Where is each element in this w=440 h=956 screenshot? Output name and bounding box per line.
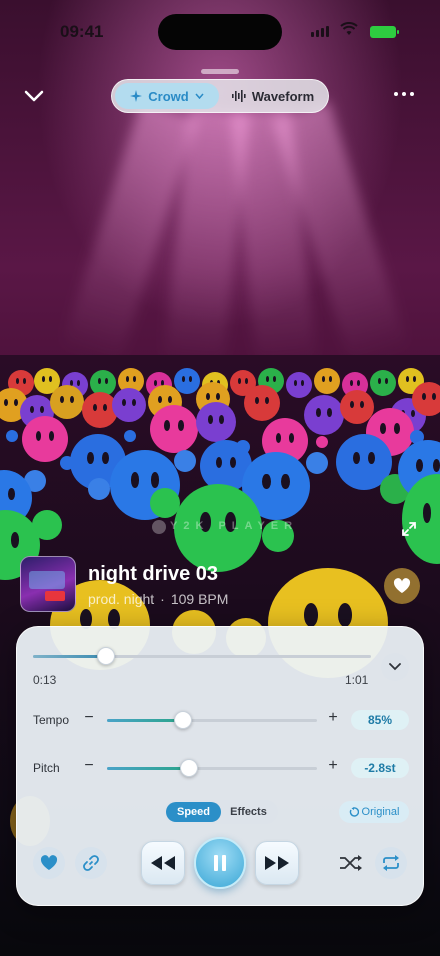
pitch-label: Pitch xyxy=(33,761,60,775)
tempo-slider-fill xyxy=(107,719,183,722)
reset-original-button[interactable]: Original xyxy=(339,801,409,823)
seek-bar[interactable] xyxy=(33,647,371,665)
status-time: 09:41 xyxy=(60,22,104,41)
view-mode-crowd[interactable]: Crowd xyxy=(115,83,219,109)
album-artwork[interactable] xyxy=(20,556,76,612)
tempo-slider-thumb[interactable] xyxy=(174,711,192,729)
tempo-value[interactable]: 85% xyxy=(351,710,409,730)
link-icon xyxy=(83,855,99,871)
chevron-down-icon xyxy=(389,663,401,671)
track-title: night drive 03 xyxy=(88,563,219,585)
rewind-icon xyxy=(151,856,175,870)
pitch-value[interactable]: -2.8st xyxy=(351,758,409,778)
fast-forward-button[interactable] xyxy=(255,841,299,885)
more-options-icon[interactable] xyxy=(394,92,414,96)
track-subtitle: prod. night · 109 BPM xyxy=(88,591,228,607)
collapse-panel-button[interactable] xyxy=(381,653,409,681)
favorite-button[interactable] xyxy=(384,568,420,604)
tab-effects[interactable]: Effects xyxy=(221,802,276,822)
track-artist: prod. night xyxy=(88,591,155,607)
rewind-button[interactable] xyxy=(141,841,185,885)
track-bpm: 109 BPM xyxy=(170,591,229,607)
pitch-decrease-button[interactable]: − xyxy=(83,757,95,775)
seek-bar-thumb[interactable] xyxy=(97,647,115,665)
heart-icon xyxy=(40,855,58,870)
heart-icon xyxy=(393,578,411,593)
view-mode-crowd-label: Crowd xyxy=(148,88,189,104)
repeat-button[interactable] xyxy=(375,847,407,879)
expand-icon[interactable] xyxy=(400,520,418,538)
adjust-mode-tabs: Speed Effects xyxy=(164,800,278,824)
pitch-increase-button[interactable]: + xyxy=(327,757,339,775)
cellular-signal-icon xyxy=(311,26,329,37)
pause-button[interactable] xyxy=(194,837,246,889)
total-time: 1:01 xyxy=(345,673,369,687)
elapsed-time: 0:13 xyxy=(33,673,57,687)
chevron-down-small-icon xyxy=(195,93,204,99)
tab-speed[interactable]: Speed xyxy=(166,802,221,822)
watermark: Y2K PLAYER xyxy=(170,520,299,532)
sheet-grabber[interactable] xyxy=(201,69,239,74)
waveform-icon xyxy=(231,90,246,102)
watermark-logo-icon xyxy=(152,520,166,534)
like-button[interactable] xyxy=(33,847,65,879)
sparkle-icon xyxy=(130,90,143,102)
seek-bar-progress xyxy=(33,655,106,658)
tempo-label: Tempo xyxy=(33,713,70,727)
repeat-icon xyxy=(383,855,399,871)
tempo-slider[interactable] xyxy=(107,711,317,729)
reset-original-label: Original xyxy=(361,806,400,818)
reset-icon xyxy=(349,807,359,817)
shuffle-icon xyxy=(340,855,362,871)
pitch-slider-fill xyxy=(107,767,189,770)
pause-icon xyxy=(214,855,226,871)
view-mode-waveform-label: Waveform xyxy=(251,88,315,104)
view-mode-switcher: Crowd Waveform xyxy=(111,79,329,113)
pitch-slider-thumb[interactable] xyxy=(180,759,198,777)
fast-forward-icon xyxy=(265,856,289,870)
tempo-increase-button[interactable]: + xyxy=(327,709,339,727)
dynamic-island xyxy=(158,14,282,50)
chevron-down-icon[interactable] xyxy=(22,86,46,106)
subtitle-separator: · xyxy=(160,591,165,607)
share-link-button[interactable] xyxy=(75,847,107,879)
shuffle-button[interactable] xyxy=(337,849,365,877)
view-mode-waveform[interactable]: Waveform xyxy=(221,83,325,109)
tempo-decrease-button[interactable]: − xyxy=(83,709,95,727)
pitch-slider[interactable] xyxy=(107,759,317,777)
wifi-icon xyxy=(340,22,358,35)
player-control-panel: 0:13 1:01 Tempo − + 85% Pitch − + -2.8st… xyxy=(16,626,424,906)
battery-icon xyxy=(370,26,399,38)
status-bar: 09:41 xyxy=(0,0,440,60)
